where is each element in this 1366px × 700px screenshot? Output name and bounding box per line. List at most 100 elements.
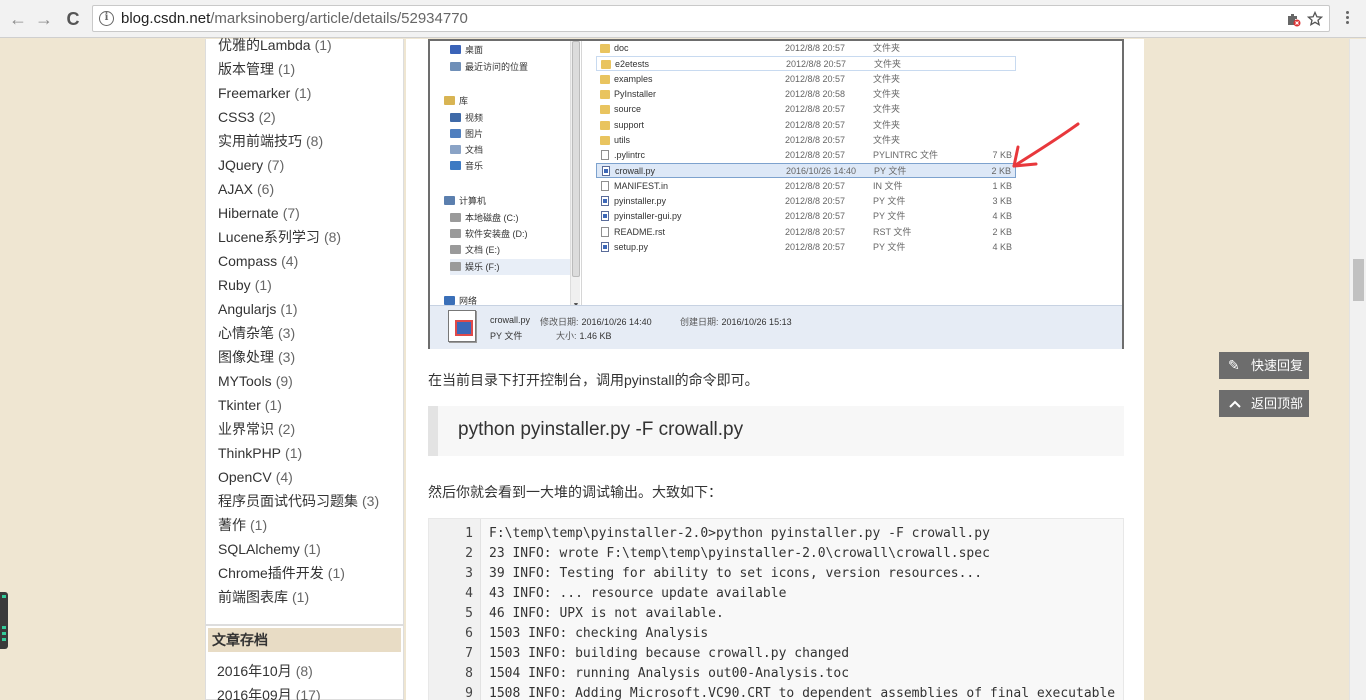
explorer-nav-item: 库 xyxy=(444,93,468,109)
category-item[interactable]: 优雅的Lambda (1) xyxy=(218,33,403,57)
explorer-file-row: .pylintrc 2012/8/8 20:57 PYLINTRC 文件 7 KB xyxy=(596,148,1016,163)
drive-icon xyxy=(450,262,461,271)
file-name: .pylintrc xyxy=(614,150,646,161)
explorer-nav-item: 桌面 xyxy=(450,42,483,58)
details-filetype: PY 文件 xyxy=(490,331,523,341)
explorer-nav-item: 本地磁盘 (C:) xyxy=(450,210,519,226)
reload-icon[interactable]: C xyxy=(63,9,83,29)
archive-month: 2016年10月 xyxy=(217,663,292,679)
category-item[interactable]: JQuery (7) xyxy=(218,153,403,177)
code-text: F:\temp\temp\pyinstaller-2.0>python pyin… xyxy=(489,526,990,541)
command-blockquote: python pyinstaller.py -F crowall.py xyxy=(428,406,1124,456)
category-item[interactable]: CSS3 (2) xyxy=(218,105,403,129)
category-item[interactable]: 图像处理 (3) xyxy=(218,345,403,369)
page-scrollbar-thumb[interactable] xyxy=(1353,259,1364,301)
explorer-nav-label: 文档 xyxy=(465,145,484,155)
explorer-file-row: source 2012/8/8 20:57 文件夹 xyxy=(596,102,1016,117)
code-line: 9 1508 INFO: Adding Microsoft.VC90.CRT to… xyxy=(429,684,1119,700)
browser-toolbar: ← → C i blog.csdn.net/marksinoberg/artic… xyxy=(0,0,1366,38)
details-size-label: 大小: xyxy=(556,331,577,341)
back-to-top-button[interactable]: 返回顶部 xyxy=(1219,390,1309,417)
file-date: 2012/8/8 20:57 xyxy=(785,119,846,130)
category-item[interactable]: Lucene系列学习 (8) xyxy=(218,225,403,249)
page-scrollbar[interactable] xyxy=(1349,39,1366,700)
extension-blocked-icon[interactable] xyxy=(1285,11,1301,31)
library-icon xyxy=(444,96,455,105)
line-number: 4 xyxy=(465,586,473,601)
category-item[interactable]: 业界常识 (2) xyxy=(218,417,403,441)
category-item[interactable]: 蓍作 (1) xyxy=(218,513,403,537)
desktop-icon xyxy=(450,45,461,54)
code-text: 1503 INFO: checking Analysis xyxy=(489,626,709,641)
category-item[interactable]: 心情杂笔 (3) xyxy=(218,321,403,345)
category-item[interactable]: ThinkPHP (1) xyxy=(218,441,403,465)
file-name: README.rst xyxy=(614,226,666,237)
explorer-file-row: README.rst 2012/8/8 20:57 RST 文件 2 KB xyxy=(596,225,1016,240)
line-number: 9 xyxy=(465,686,473,700)
category-count: (3) xyxy=(278,325,296,341)
bookmark-star-icon[interactable] xyxy=(1306,10,1324,31)
archive-list: 2016年10月 (8) 2016年09月 (17) xyxy=(206,652,403,700)
explorer-details-pane: crowall.py 修改日期: 2016/10/26 14:40 创建日期: 20… xyxy=(430,305,1122,349)
file-name: source xyxy=(614,104,642,115)
category-item[interactable]: Compass (4) xyxy=(218,249,403,273)
address-bar[interactable]: i blog.csdn.net/marksinoberg/article/det… xyxy=(92,5,1330,32)
category-count: (9) xyxy=(275,373,293,389)
quick-reply-button[interactable]: ✎ 快速回复 xyxy=(1219,352,1309,379)
category-count: (4) xyxy=(275,469,293,485)
category-item[interactable]: Tkinter (1) xyxy=(218,393,403,417)
file-date: 2012/8/8 20:57 xyxy=(785,196,846,206)
category-name: 前端图表库 xyxy=(218,589,288,605)
category-item[interactable]: Hibernate (7) xyxy=(218,201,403,225)
file-date: 2012/8/8 20:57 xyxy=(785,211,846,222)
forward-arrow-icon[interactable]: → xyxy=(34,9,54,29)
explorer-nav-label: 桌面 xyxy=(465,45,484,55)
category-item[interactable]: Angularjs (1) xyxy=(218,297,403,321)
drive-icon xyxy=(450,245,461,254)
explorer-file-row: support 2012/8/8 20:57 文件夹 xyxy=(596,118,1016,133)
explorer-nav-label: 视频 xyxy=(465,113,484,123)
file-date: 2016/10/26 14:40 xyxy=(786,166,857,177)
archive-panel: 文章存档 2016年10月 (8) 2016年09月 (17) xyxy=(205,625,404,700)
category-count: (1) xyxy=(327,565,345,581)
category-count: (1) xyxy=(264,397,282,413)
browser-menu-icon[interactable] xyxy=(1340,9,1354,29)
folder-icon xyxy=(600,89,610,99)
explorer-nav-label: 库 xyxy=(459,96,469,106)
file-type: 文件夹 xyxy=(873,73,901,84)
code-line: 8 1504 INFO: running Analysis out00-Analy… xyxy=(429,664,1119,684)
file-type: IN 文件 xyxy=(873,180,903,191)
archive-item[interactable]: 2016年09月 (17) xyxy=(217,684,403,700)
category-item[interactable]: Ruby (1) xyxy=(218,273,403,297)
category-count: (1) xyxy=(314,37,332,53)
archive-item[interactable]: 2016年10月 (8) xyxy=(217,660,403,684)
category-name: ThinkPHP xyxy=(218,445,282,461)
code-block: 1 F:\temp\temp\pyinstaller-2.0>python pyi… xyxy=(428,518,1124,700)
category-count: (1) xyxy=(278,61,296,77)
category-item[interactable]: 前端图表库 (1) xyxy=(218,585,403,609)
url-text[interactable]: blog.csdn.net/marksinoberg/article/detai… xyxy=(121,10,468,27)
code-line: 4 43 INFO: ... resource update available xyxy=(429,584,1119,604)
quick-reply-label: 快速回复 xyxy=(1251,358,1304,373)
category-item[interactable]: SQLAlchemy (1) xyxy=(218,537,403,561)
category-item[interactable]: MYTools (9) xyxy=(218,369,403,393)
category-item[interactable]: OpenCV (4) xyxy=(218,465,403,489)
details-created: 创建日期: 2016/10/26 15:13 xyxy=(680,315,792,328)
details-modified: 修改日期: 2016/10/26 14:40 xyxy=(540,315,652,328)
category-count: (4) xyxy=(281,253,299,269)
category-item[interactable]: 程序员面试代码习题集 (3) xyxy=(218,489,403,513)
category-item[interactable]: AJAX (6) xyxy=(218,177,403,201)
category-item[interactable]: 版本管理 (1) xyxy=(218,57,403,81)
line-number: 5 xyxy=(465,606,473,621)
line-number: 3 xyxy=(465,566,473,581)
category-count: (1) xyxy=(254,277,272,293)
file-name: utils xyxy=(614,134,631,145)
category-item[interactable]: Freemarker (1) xyxy=(218,81,403,105)
back-arrow-icon[interactable]: ← xyxy=(8,9,28,29)
edge-meter-widget[interactable] xyxy=(0,592,8,649)
category-item[interactable]: 实用前端技巧 (8) xyxy=(218,129,403,153)
line-number: 7 xyxy=(465,646,473,661)
category-item[interactable]: Chrome插件开发 (1) xyxy=(218,561,403,585)
info-icon[interactable]: i xyxy=(99,11,114,26)
file-icon xyxy=(601,180,609,191)
